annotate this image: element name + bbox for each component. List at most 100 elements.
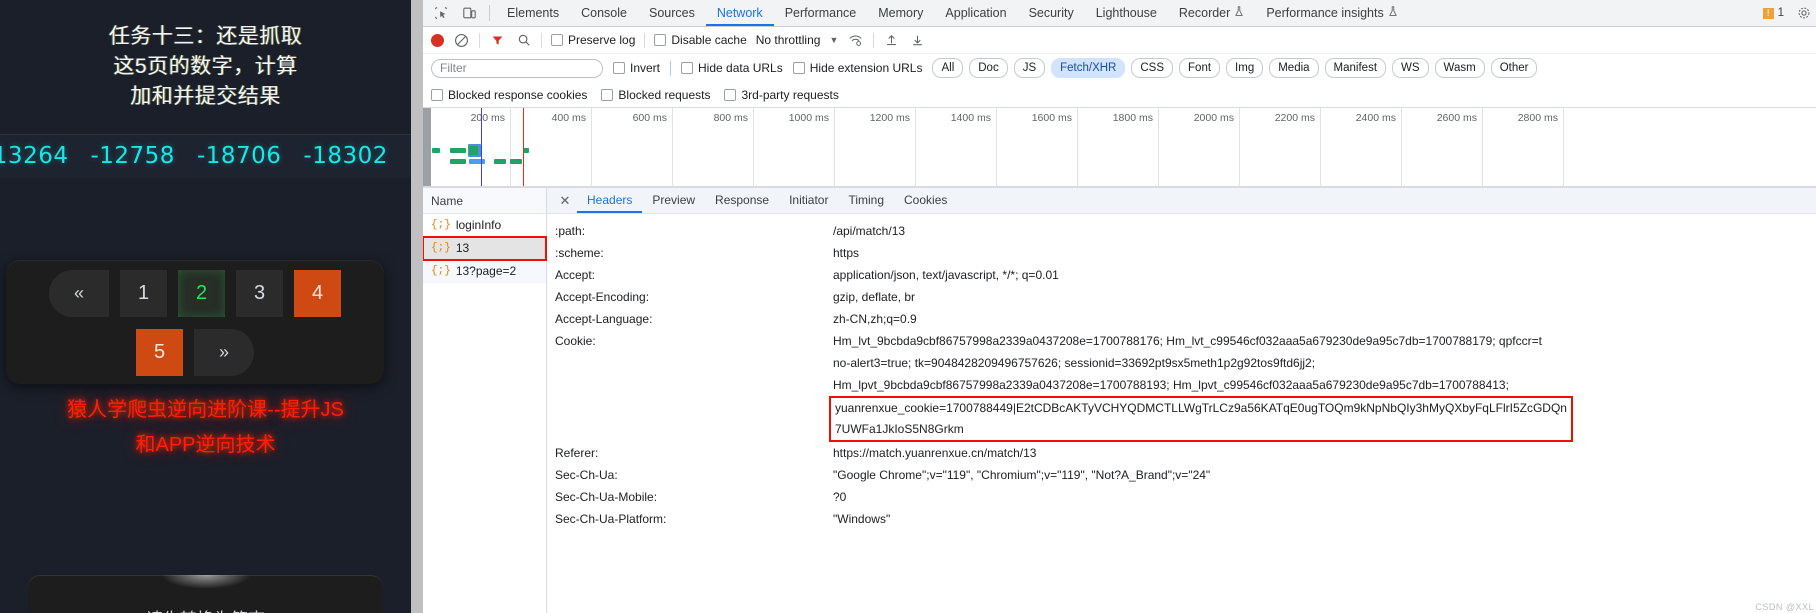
- overview-tick: 200 ms: [470, 112, 505, 124]
- settings-gear-icon[interactable]: [1792, 6, 1816, 20]
- detail-tab-timing[interactable]: Timing: [838, 188, 894, 213]
- chip-ws[interactable]: WS: [1392, 58, 1429, 78]
- toolbar-divider: [541, 32, 542, 48]
- overview-cell: 2200 ms: [1240, 108, 1321, 186]
- request-row-logininfo[interactable]: {;} loginInfo: [423, 214, 546, 237]
- tab-recorder[interactable]: Recorder: [1168, 0, 1255, 26]
- detail-tab-initiator[interactable]: Initiator: [779, 188, 838, 213]
- page-scrollbar[interactable]: [411, 0, 423, 613]
- throttling-value: No throttling: [755, 33, 821, 47]
- import-har-icon[interactable]: [883, 32, 900, 49]
- pagination: « 1 2 3 4 5 »: [6, 260, 384, 384]
- pagination-next-button[interactable]: »: [194, 329, 254, 376]
- chip-font[interactable]: Font: [1179, 58, 1221, 78]
- course-banner-line-1: 猿人学爬虫逆向进阶课--提升JS: [67, 399, 344, 421]
- inspect-element-icon[interactable]: [427, 0, 455, 26]
- header-row-cookie: Cookie: Hm_lvt_9bcbda9cbf86757998a2339a0…: [547, 330, 1816, 352]
- tab-elements[interactable]: Elements: [496, 0, 570, 26]
- search-icon[interactable]: [515, 32, 532, 49]
- network-conditions-icon[interactable]: [847, 32, 864, 49]
- request-row-13-page-2[interactable]: {;} 13?page=2: [423, 260, 546, 283]
- tab-label: Sources: [648, 6, 695, 20]
- pagination-page-3[interactable]: 3: [236, 270, 283, 317]
- network-overview[interactable]: 200 ms 400 ms 600 ms 800 ms 1000 ms 1200…: [423, 107, 1816, 187]
- third-party-requests-checkbox[interactable]: 3rd-party requests: [724, 88, 839, 102]
- chip-img[interactable]: Img: [1226, 58, 1264, 78]
- tab-sources[interactable]: Sources: [638, 0, 706, 26]
- chip-other[interactable]: Other: [1490, 58, 1538, 78]
- preserve-log-label: Preserve log: [568, 33, 636, 47]
- tab-console[interactable]: Console: [570, 0, 638, 26]
- overview-tick: 2800 ms: [1517, 112, 1558, 124]
- header-key-spacer: [555, 396, 833, 442]
- disable-cache-checkbox[interactable]: Disable cache: [654, 33, 747, 47]
- pagination-page-1[interactable]: 1: [120, 270, 167, 317]
- detail-tab-headers[interactable]: Headers: [577, 188, 642, 213]
- blocked-response-cookies-checkbox[interactable]: Blocked response cookies: [431, 88, 587, 102]
- header-row: :scheme: https: [547, 242, 1816, 264]
- overview-timeline[interactable]: 200 ms 400 ms 600 ms 800 ms 1000 ms 1200…: [431, 108, 1816, 186]
- tab-security[interactable]: Security: [1018, 0, 1085, 26]
- device-toolbar-icon[interactable]: [455, 0, 483, 26]
- chip-media[interactable]: Media: [1269, 58, 1319, 78]
- chip-manifest[interactable]: Manifest: [1324, 58, 1387, 78]
- tab-application[interactable]: Application: [934, 0, 1017, 26]
- record-button[interactable]: [431, 33, 444, 47]
- devtools-panel: Elements Console Sources Network Perform…: [411, 0, 1816, 613]
- yuanrenxue-cookie-line-2: 7UWFa1JkIoS5N8Grkm: [835, 422, 964, 436]
- warning-badge[interactable]: ! 1: [1762, 7, 1792, 19]
- number-strip: -13264 -12758 -18706 -18302 -19: [0, 134, 411, 178]
- pagination-page-2[interactable]: 2: [178, 270, 225, 317]
- chip-css[interactable]: CSS: [1131, 58, 1174, 78]
- overview-cell: 1600 ms: [997, 108, 1078, 186]
- json-icon: {;}: [431, 219, 451, 231]
- hide-extension-urls-checkbox[interactable]: Hide extension URLs: [792, 61, 923, 75]
- tab-lighthouse[interactable]: Lighthouse: [1085, 0, 1168, 26]
- hide-extension-urls-label: Hide extension URLs: [809, 61, 923, 75]
- close-icon[interactable]: ✕: [553, 189, 577, 213]
- invert-checkbox[interactable]: Invert: [613, 61, 660, 75]
- tab-network[interactable]: Network: [706, 0, 774, 26]
- request-name: 13?page=2: [455, 264, 517, 278]
- detail-tabbar: ✕ Headers Preview Response Initiator Tim…: [547, 188, 1816, 214]
- throttling-select[interactable]: No throttling: [756, 33, 821, 47]
- detail-tab-response[interactable]: Response: [705, 188, 779, 213]
- chip-doc[interactable]: Doc: [969, 58, 1008, 78]
- filter-funnel-icon[interactable]: [489, 32, 506, 49]
- tabbar-divider: [489, 5, 490, 21]
- request-name: 13: [455, 241, 470, 255]
- pagination-prev-button[interactable]: «: [49, 270, 109, 317]
- header-row: Referer: https://match.yuanrenxue.cn/mat…: [547, 442, 1816, 464]
- tab-label: Performance insights: [1266, 6, 1384, 20]
- preserve-log-checkbox[interactable]: Preserve log: [551, 33, 635, 47]
- clear-icon[interactable]: [453, 32, 470, 49]
- header-key-spacer: [555, 352, 833, 374]
- chip-fetch-xhr[interactable]: Fetch/XHR: [1051, 58, 1126, 78]
- checkbox-box: [601, 88, 614, 101]
- header-row: Sec-Ch-Ua-Mobile: ?0: [547, 486, 1816, 508]
- request-row-13[interactable]: {;} 13: [422, 236, 547, 261]
- tab-performance-insights[interactable]: Performance insights: [1255, 0, 1408, 26]
- yuanrenxue-cookie-line-1: yuanrenxue_cookie=1700788449|E2tCDBcAKTy…: [835, 401, 1567, 415]
- json-icon: {;}: [431, 265, 451, 277]
- detail-tab-preview[interactable]: Preview: [642, 188, 705, 213]
- hide-data-urls-checkbox[interactable]: Hide data URLs: [681, 61, 783, 75]
- header-row: Accept: application/json, text/javascrip…: [547, 264, 1816, 286]
- blocked-requests-checkbox[interactable]: Blocked requests: [601, 88, 710, 102]
- chevron-down-icon[interactable]: ▼: [829, 35, 838, 45]
- detail-tab-cookies[interactable]: Cookies: [894, 188, 957, 213]
- screen-root: 任务十三：还是抓取 这5页的数字，计算 加和并提交结果 -13264 -1275…: [0, 0, 1816, 613]
- filter-toolbar: Invert Hide data URLs Hide extension URL…: [423, 54, 1816, 82]
- number-value: -18706: [196, 143, 282, 169]
- tab-memory[interactable]: Memory: [867, 0, 934, 26]
- chip-js[interactable]: JS: [1013, 58, 1046, 78]
- header-key-spacer: [555, 374, 833, 396]
- filter-input[interactable]: [431, 58, 603, 78]
- tab-performance[interactable]: Performance: [774, 0, 868, 26]
- invert-label: Invert: [630, 61, 661, 75]
- chip-all[interactable]: All: [932, 58, 964, 78]
- pagination-page-4[interactable]: 4: [294, 270, 341, 317]
- pagination-page-5[interactable]: 5: [136, 329, 183, 376]
- chip-wasm[interactable]: Wasm: [1434, 58, 1485, 78]
- export-har-icon[interactable]: [909, 32, 926, 49]
